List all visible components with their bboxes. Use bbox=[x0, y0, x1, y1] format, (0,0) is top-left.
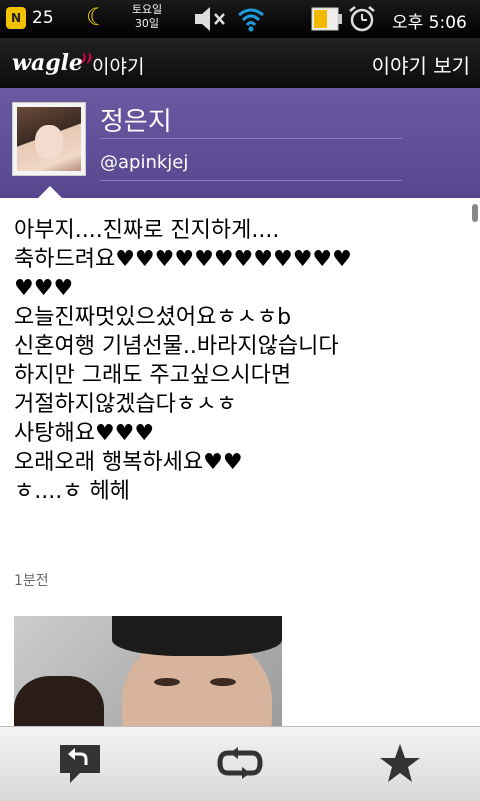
avatar-frame[interactable] bbox=[12, 102, 86, 176]
wagle-logo: wagle)) bbox=[12, 50, 92, 76]
status-bar: N 25 ☾ 토요일 30일 오후 5:06 bbox=[0, 0, 480, 38]
date-weekday: 토요일 bbox=[131, 3, 163, 16]
signal-icon: )) bbox=[80, 50, 93, 65]
date-widget: 토요일 30일 bbox=[124, 3, 170, 31]
wifi-icon bbox=[238, 8, 264, 32]
battery-icon bbox=[311, 7, 342, 31]
post-content[interactable]: 아부지....진짜로 진지하게.... 축하드려요♥♥♥♥♥♥♥♥♥♥♥♥ ♥♥… bbox=[0, 198, 480, 726]
photo-hair bbox=[112, 616, 282, 656]
photo-eye bbox=[210, 678, 236, 686]
retweet-icon bbox=[217, 747, 263, 779]
logo-text: wagle bbox=[12, 50, 83, 76]
speech-notch bbox=[38, 186, 62, 198]
photo-eye bbox=[154, 678, 180, 686]
divider bbox=[100, 180, 402, 181]
star-icon bbox=[380, 744, 420, 782]
profile-name[interactable]: 정은지 bbox=[100, 101, 172, 138]
post-photo[interactable] bbox=[14, 616, 282, 726]
divider bbox=[100, 138, 402, 139]
favorite-button[interactable] bbox=[376, 741, 424, 785]
logo-subtitle: 이야기 bbox=[92, 56, 145, 78]
app-header: wagle)) 이야기 이야기 보기 bbox=[0, 38, 480, 89]
notification-count: 25 bbox=[32, 8, 54, 28]
bottom-toolbar bbox=[0, 726, 480, 801]
notification-app-icon: N bbox=[6, 7, 26, 29]
profile-handle[interactable]: @apinkjej bbox=[100, 152, 188, 173]
mute-icon bbox=[195, 7, 225, 31]
reply-button[interactable] bbox=[56, 741, 104, 785]
view-stories-button[interactable]: 이야기 보기 bbox=[372, 50, 470, 79]
avatar bbox=[17, 107, 81, 171]
profile-header: 정은지 @apinkjej bbox=[0, 88, 480, 198]
post-timestamp: 1분전 bbox=[14, 573, 49, 589]
retweet-button[interactable] bbox=[216, 741, 264, 785]
scrollbar[interactable] bbox=[472, 204, 478, 222]
alarm-icon bbox=[349, 6, 375, 32]
clock: 오후 5:06 bbox=[392, 13, 467, 33]
reply-icon bbox=[60, 745, 100, 783]
moon-icon: ☾ bbox=[86, 3, 108, 31]
date-day: 30일 bbox=[134, 17, 160, 30]
photo-person bbox=[14, 676, 104, 726]
post-text: 아부지....진짜로 진지하게.... 축하드려요♥♥♥♥♥♥♥♥♥♥♥♥ ♥♥… bbox=[14, 218, 352, 504]
